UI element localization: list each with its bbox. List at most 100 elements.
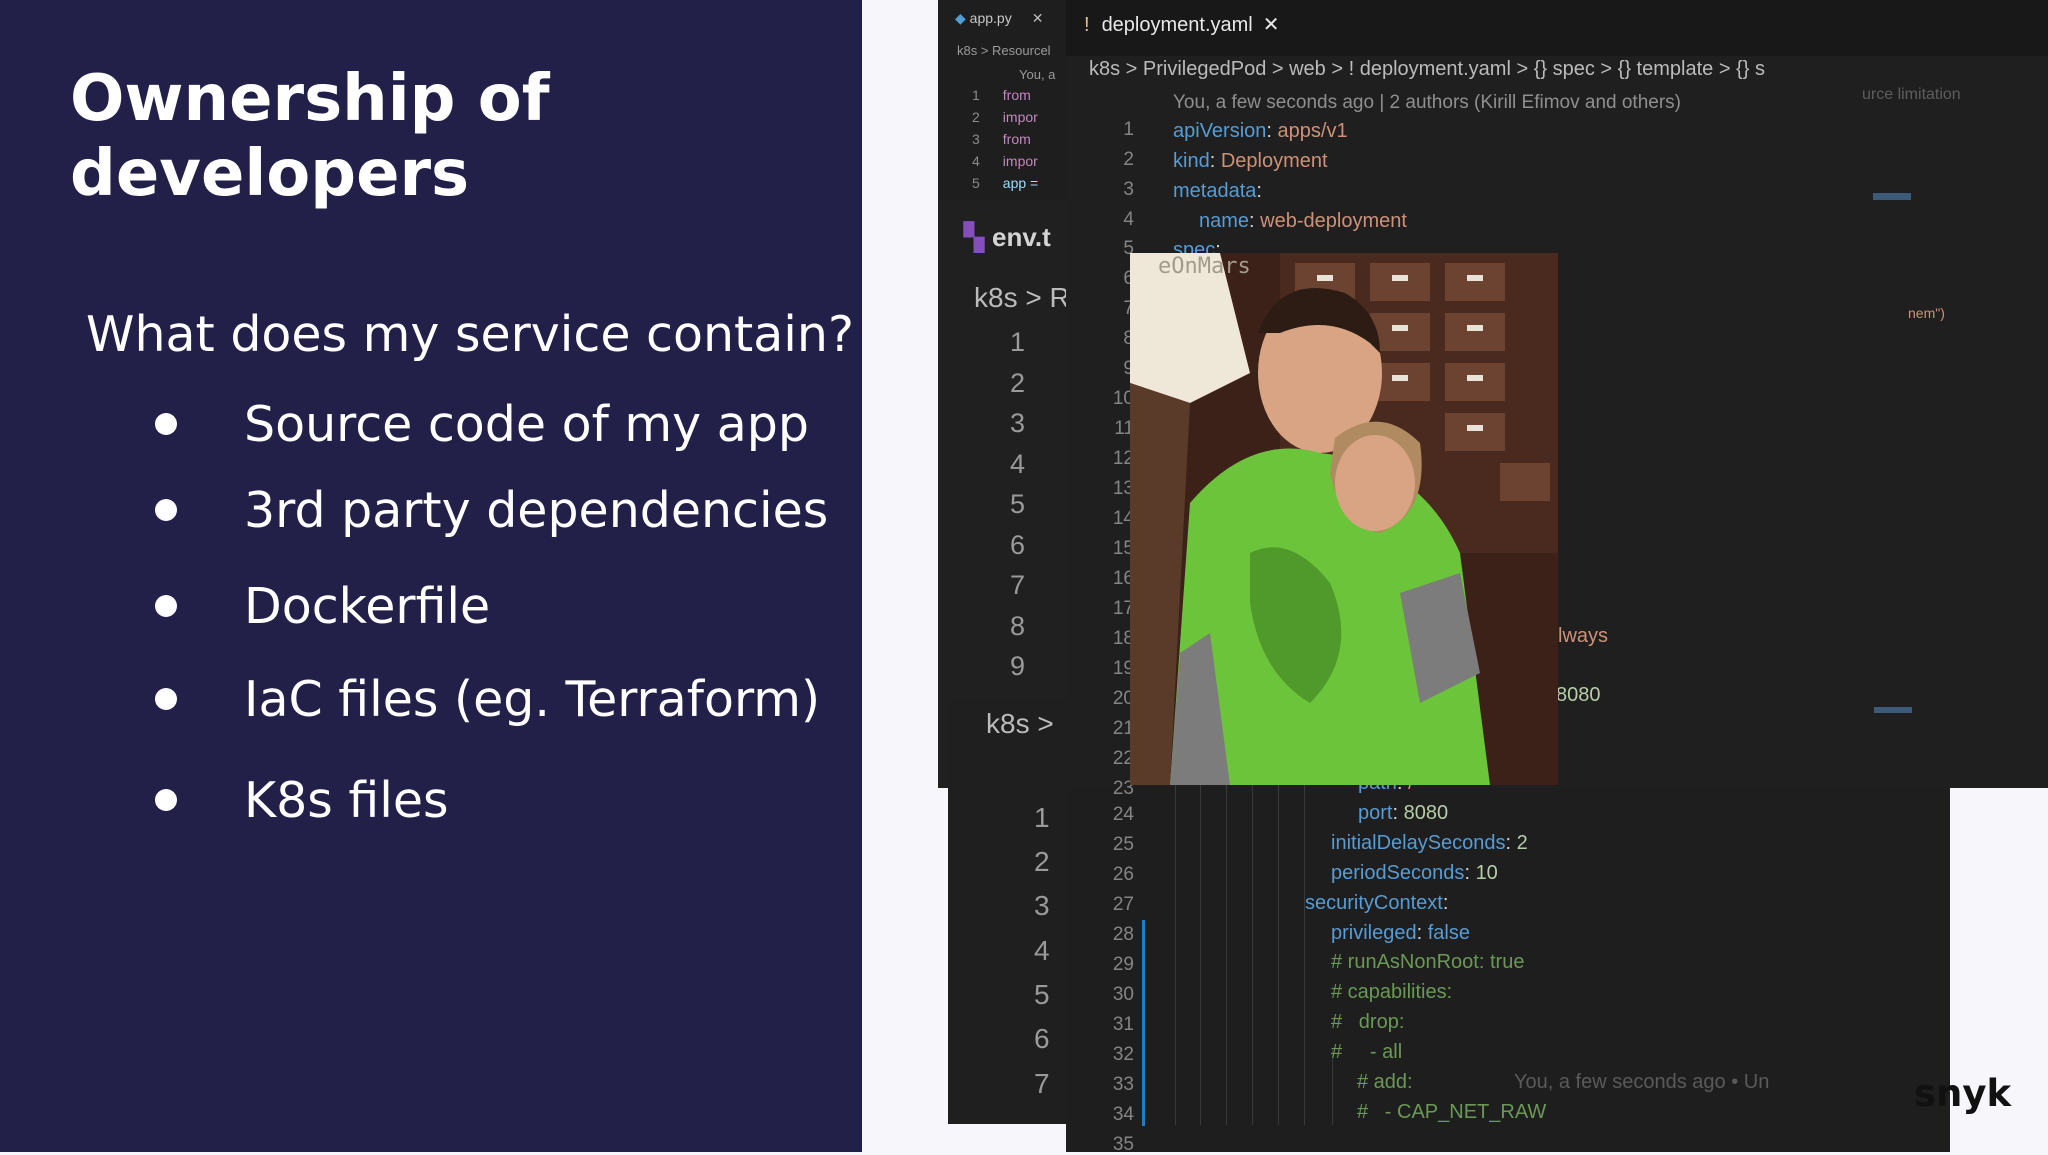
- code-line: periodSeconds: 10: [1331, 862, 1498, 884]
- line-number: 7: [1034, 1068, 1050, 1099]
- bullet-dot: [155, 687, 177, 710]
- code-line: port: 8080: [1358, 802, 1449, 824]
- line-number: 32: [1112, 1044, 1134, 1065]
- line-number: 4: [972, 153, 980, 169]
- tab-app-py[interactable]: ◆ app.py ✕: [955, 10, 1043, 27]
- codelens-blame[interactable]: You, a few seconds ago | 2 authors (Kiri…: [1173, 92, 1681, 114]
- breadcrumb[interactable]: k8s > PrivilegedPod > web > ! deployment…: [1089, 58, 1765, 81]
- indent-guide: [1200, 785, 1201, 1125]
- breadcrumb: k8s >: [986, 708, 1054, 739]
- code-line: 3 from: [972, 131, 1031, 147]
- code-line: name: web-deployment: [1199, 210, 1407, 232]
- indent-guide: [1175, 785, 1176, 1125]
- tab-label: env.t: [992, 222, 1051, 252]
- code-comment: # runAsNonRoot: true: [1331, 951, 1525, 973]
- line-number: 4: [1123, 209, 1134, 230]
- yaml-value: Deployment: [1220, 150, 1328, 172]
- tab-env[interactable]: ▚ env.t: [964, 222, 1051, 253]
- scroll-marker: [1873, 193, 1911, 200]
- bullet-dot: [155, 594, 177, 617]
- yaml-value: lways: [1558, 625, 1609, 647]
- editor-k8s: [948, 700, 1078, 1124]
- yaml-key: privileged: [1331, 922, 1417, 944]
- line-number: 1: [1123, 119, 1134, 140]
- slide-question: What does my service contain?: [86, 306, 854, 363]
- code-line: kind: Deployment: [1173, 150, 1328, 172]
- tab-deployment-yaml[interactable]: ! deployment.yaml ✕: [1084, 12, 1280, 37]
- breadcrumb: k8s > R: [974, 282, 1070, 313]
- line-number: 33: [1112, 1074, 1134, 1095]
- yaml-value: false: [1427, 922, 1470, 944]
- line-number: 7: [1010, 570, 1026, 600]
- line-number: 8: [1010, 611, 1026, 641]
- line-number: 5: [972, 175, 980, 191]
- yaml-key: metadata: [1173, 180, 1257, 202]
- code-comment: # capabilities:: [1331, 981, 1453, 1003]
- line-number: 2: [1010, 368, 1026, 398]
- yaml-value: apps/v1: [1277, 120, 1348, 142]
- tab-label: app.py: [969, 10, 1012, 26]
- code-text: from: [1002, 131, 1031, 147]
- line-number: 28: [1112, 924, 1134, 945]
- line-number: 34: [1112, 1104, 1134, 1125]
- line-number: 5: [1010, 489, 1026, 519]
- code-text: impor: [1002, 153, 1038, 169]
- code-comment: # add:: [1357, 1071, 1413, 1093]
- bullet-item: Source code of my app: [155, 395, 809, 455]
- slide-panel: Ownership of developers What does my ser…: [0, 0, 862, 1152]
- line-number: 31: [1112, 1014, 1134, 1035]
- code-line: initialDelaySeconds: 2: [1331, 832, 1528, 854]
- line-number: 4: [1034, 935, 1050, 966]
- line-number: 3: [972, 131, 980, 147]
- code-comment: # - CAP_NET_RAW: [1357, 1101, 1547, 1123]
- python-file-icon: ◆: [955, 10, 966, 26]
- close-icon[interactable]: ✕: [1032, 10, 1044, 26]
- indent-guide: [1278, 785, 1279, 1125]
- bullet-dot: [155, 412, 177, 435]
- line-number: 6: [1034, 1023, 1050, 1054]
- scroll-marker: [1874, 707, 1912, 713]
- line-number: 9: [1010, 651, 1026, 681]
- line-number: 24: [1112, 804, 1134, 825]
- line-number: 27: [1112, 894, 1134, 915]
- yaml-key: periodSeconds: [1331, 862, 1465, 884]
- code-text: impor: [1002, 109, 1038, 125]
- line-number: 2: [1123, 149, 1134, 170]
- breadcrumb: k8s > Resourcel: [957, 43, 1051, 58]
- indent-guide: [1226, 785, 1227, 1125]
- yaml-value: 10: [1475, 862, 1498, 884]
- slide-title: Ownership of developers: [70, 62, 550, 211]
- line-number: 25: [1112, 834, 1134, 855]
- bullet-text: Source code of my app: [244, 396, 809, 453]
- bullet-dot: [155, 498, 177, 521]
- yaml-key: port: [1358, 802, 1393, 824]
- indent-guide: [1252, 785, 1253, 1125]
- yaml-key: initialDelaySeconds: [1331, 832, 1506, 854]
- line-number: 4: [1010, 449, 1026, 479]
- yaml-value: 8080: [1403, 802, 1449, 824]
- line-number: 35: [1112, 1134, 1134, 1155]
- line-number: 6: [1010, 530, 1026, 560]
- code-line: apiVersion: apps/v1: [1173, 120, 1348, 142]
- close-icon[interactable]: ✕: [1263, 14, 1280, 36]
- bullet-item: 3rd party dependencies: [155, 481, 828, 541]
- yaml-key: apiVersion: [1173, 120, 1267, 142]
- line-number: 1: [972, 87, 980, 103]
- git-change-bar: [1142, 920, 1145, 1126]
- reaction-gif-image: [1130, 253, 1558, 785]
- code-comment: # drop:: [1331, 1011, 1405, 1033]
- line-number: 2: [972, 109, 980, 125]
- line-number: 3: [1123, 179, 1134, 200]
- code-comment: # - all: [1331, 1041, 1403, 1063]
- yaml-value: web-deployment: [1260, 210, 1407, 232]
- bullet-item: Dockerfile: [155, 577, 490, 637]
- tab-label: deployment.yaml: [1101, 14, 1253, 36]
- code-fragment: 8080: [1556, 684, 1601, 706]
- yaml-file-icon: !: [1084, 14, 1090, 36]
- code-fragment: nem"): [1908, 305, 1945, 321]
- gif-illustration: [1130, 253, 1558, 785]
- inline-blame: You, a few seconds ago • Un: [1514, 1071, 1770, 1093]
- code-line: 4 impor: [972, 153, 1038, 169]
- terraform-icon: ▚: [964, 222, 984, 252]
- bullet-text: K8s files: [244, 772, 449, 829]
